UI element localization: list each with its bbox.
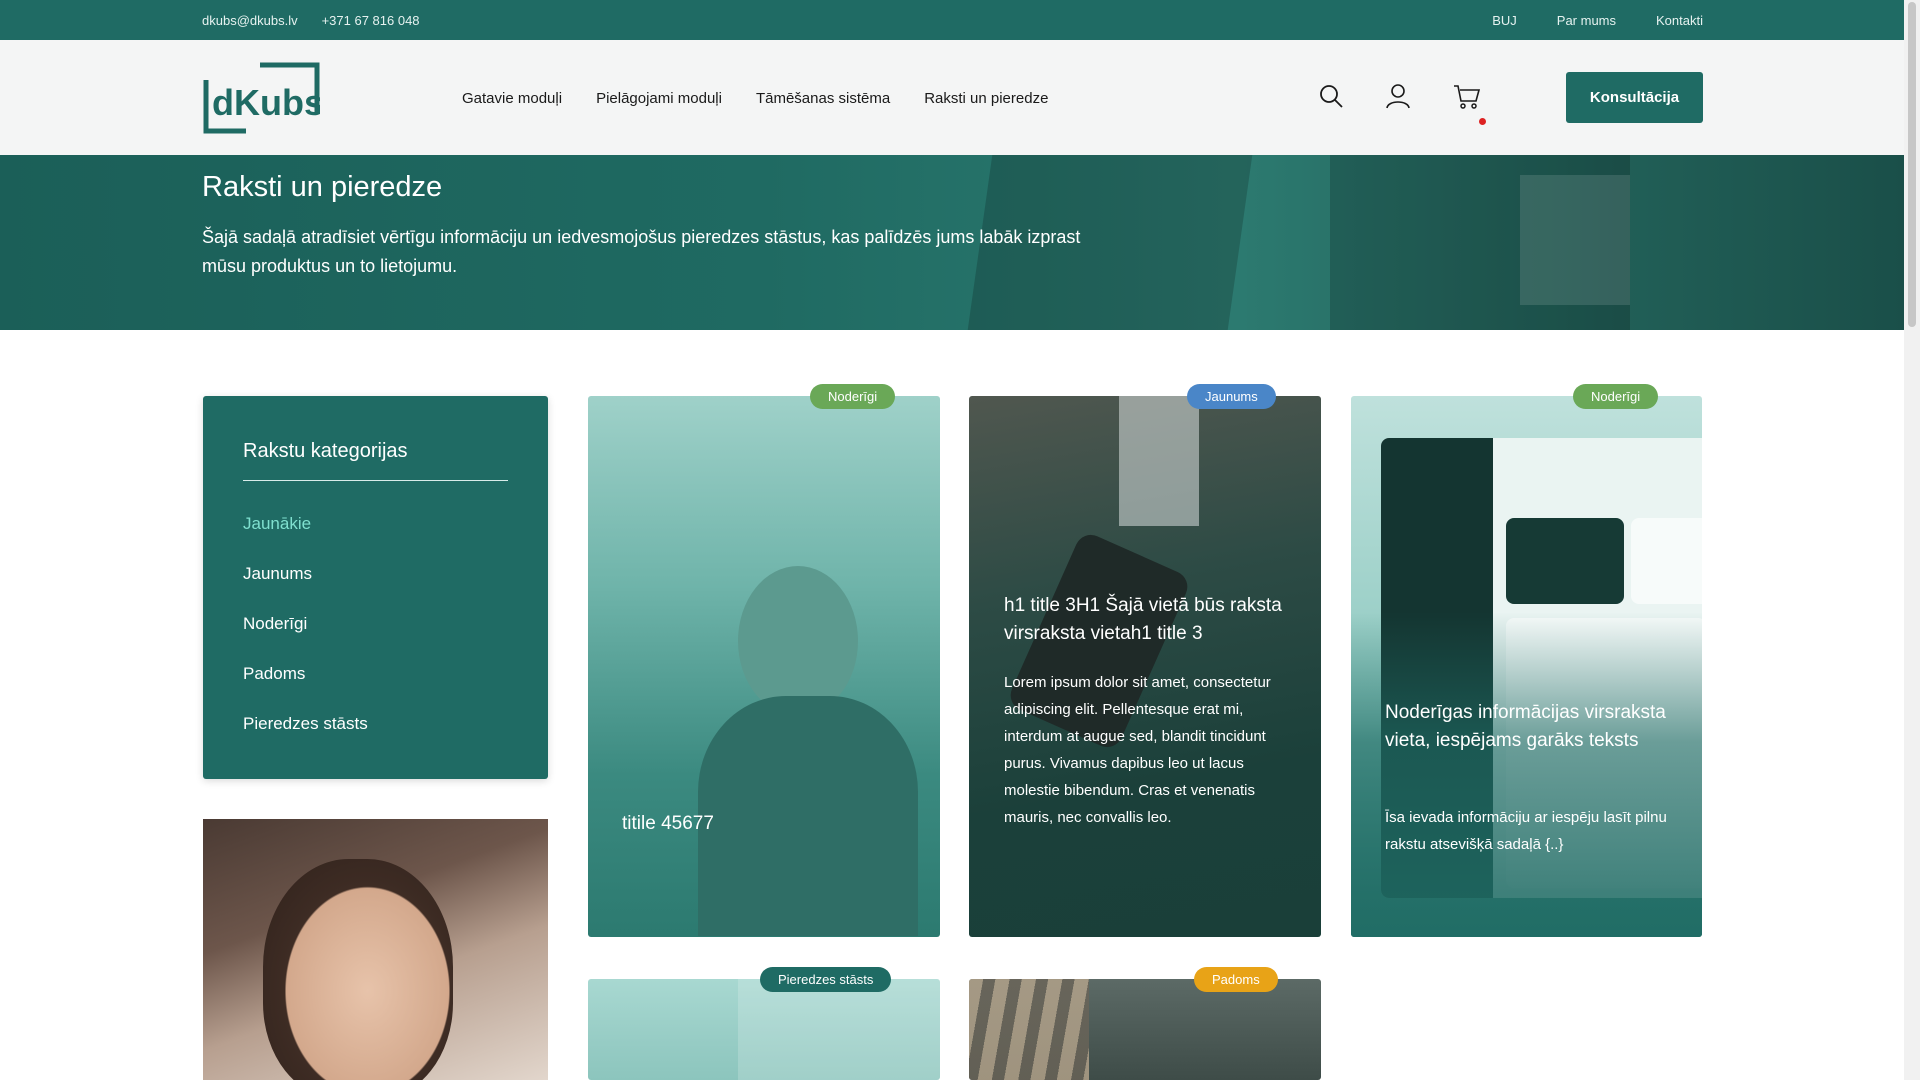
article-image <box>969 979 1321 1080</box>
contact-info: dkubs@dkubs.lv +371 67 816 048 <box>202 13 420 28</box>
category-sidebar: Rakstu kategorijas Jaunākie Jaunums Node… <box>203 396 548 779</box>
article-title: h1 title 3H1 Šajā vietā būs raksta virsr… <box>1004 595 1282 644</box>
category-jaunums[interactable]: Jaunums <box>243 564 368 586</box>
top-links: BUJ Par mums Kontakti <box>1492 13 1703 28</box>
nav-gatavie-moduli[interactable]: Gatavie moduļi <box>462 90 562 107</box>
category-badge: Pieredzes stāsts <box>760 967 892 992</box>
hero-bg-laptop <box>1520 175 1630 305</box>
category-padoms[interactable]: Padoms <box>243 664 368 686</box>
cart-badge-dot <box>1479 118 1486 125</box>
dkubs-logo[interactable]: dKubs <box>202 62 320 134</box>
article-card[interactable]: Padoms <box>969 967 1321 1080</box>
top-link-kontakti[interactable]: Kontakti <box>1656 13 1703 28</box>
email-link[interactable]: dkubs@dkubs.lv <box>202 13 298 28</box>
article-image <box>588 396 940 937</box>
dashboard-widget <box>1631 518 1702 604</box>
article-title: Noderīgas informācijas virsraksta vieta,… <box>1385 702 1666 751</box>
category-list: Jaunākie Jaunums Noderīgi Padoms Pieredz… <box>243 514 368 764</box>
article-card[interactable]: Noderīgi titile 45677 <box>588 384 940 937</box>
page-title: Raksti un pieredze <box>202 171 443 203</box>
article-excerpt: Īsa ievada informāciju ar iespēju lasīt … <box>1385 809 1667 853</box>
person-photo <box>263 859 453 1080</box>
article-card[interactable]: Noderīgi Noderīgas informācijas virsraks… <box>1351 384 1702 937</box>
category-badge: Jaunums <box>1187 384 1276 409</box>
top-bar: dkubs@dkubs.lv +371 67 816 048 BUJ Par m… <box>0 0 1904 40</box>
category-noderigi[interactable]: Noderīgi <box>243 614 368 636</box>
dashboard-widget <box>1506 518 1624 604</box>
category-badge: Padoms <box>1194 967 1278 992</box>
category-badge: Noderīgi <box>810 384 896 409</box>
gradient-overlay <box>1351 612 1702 937</box>
hero-banner: Raksti un pieredze Šajā sadaļā atradīsie… <box>0 155 1904 330</box>
wall-photo <box>738 979 940 1080</box>
nav-raksti-un-pieredze[interactable]: Raksti un pieredze <box>924 90 1048 107</box>
search-icon[interactable] <box>1317 82 1345 110</box>
category-pieredzes-stasts[interactable]: Pieredzes stāsts <box>243 714 368 736</box>
nav-tamesanas-sistema[interactable]: Tāmēšanas sistēma <box>756 90 890 107</box>
user-icon[interactable] <box>1384 82 1412 110</box>
article-excerpt: Lorem ipsum dolor sit amet, consectetur … <box>1004 674 1271 826</box>
main-nav: Gatavie moduļi Pielāgojami moduļi Tāmēša… <box>462 90 1048 107</box>
article-image <box>588 979 940 1080</box>
article-card[interactable]: Jaunums h1 title 3H1 Šajā vietā būs raks… <box>969 384 1321 937</box>
category-jaunakie[interactable]: Jaunākie <box>243 514 368 536</box>
category-badge: Noderīgi <box>1573 384 1659 409</box>
article-card[interactable]: Pieredzes stāsts <box>588 967 940 1080</box>
person-photo <box>738 566 858 716</box>
sidebar-promo-image[interactable] <box>203 819 548 1080</box>
phone-link[interactable]: +371 67 816 048 <box>322 13 420 28</box>
cart-icon[interactable] <box>1453 82 1481 110</box>
warehouse-photo <box>969 979 1089 1080</box>
konsultacija-button[interactable]: Konsultācija <box>1566 72 1703 123</box>
nav-pielagojami-moduli[interactable]: Pielāgojami moduļi <box>596 90 722 107</box>
article-image <box>969 396 1321 937</box>
sidebar-title: Rakstu kategorijas <box>243 440 408 462</box>
top-link-par-mums[interactable]: Par mums <box>1557 13 1616 28</box>
logo-text: dKubs <box>212 82 320 123</box>
article-title: titile 45677 <box>622 813 714 834</box>
scrollbar-thumb[interactable] <box>1908 2 1916 327</box>
divider <box>243 480 508 481</box>
arm-photo <box>1119 396 1199 526</box>
hero-description: Šajā sadaļā atradīsiet vērtīgu informāci… <box>202 227 1081 276</box>
top-link-buj[interactable]: BUJ <box>1492 13 1517 28</box>
site-header: dKubs Gatavie moduļi Pielāgojami moduļi … <box>0 40 1904 155</box>
